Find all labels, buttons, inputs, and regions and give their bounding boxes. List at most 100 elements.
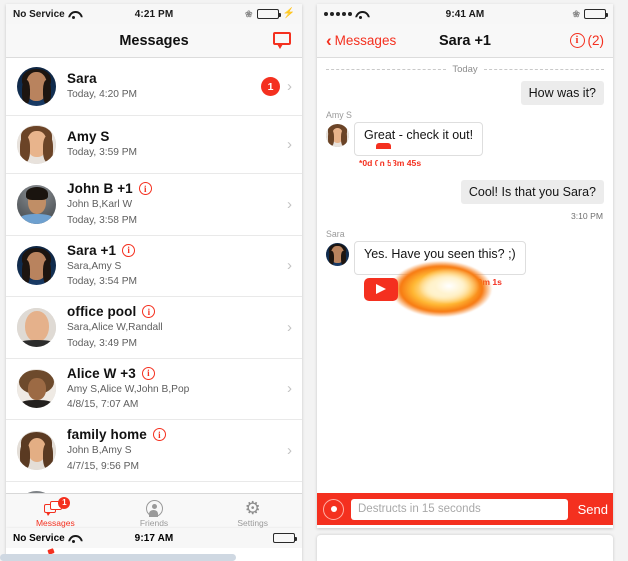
avatar [17,430,56,470]
compose-bar: Destructs in 15 seconds Send [317,493,613,525]
list-item-body: John B +1 i John B,Karl W Today, 3:58 PM [67,181,287,228]
page-title: Messages [119,32,189,49]
nav-right-group: i (2) [569,33,605,48]
tab-label: Messages [35,517,75,528]
avatar [326,124,349,147]
avatar [17,125,56,164]
list-item[interactable]: John B +1 i John B,Karl W Today, 3:58 PM… [6,174,302,236]
avatar [17,490,56,493]
message-outgoing[interactable]: How was it? [317,77,613,105]
tab-messages[interactable]: 1 Messages [6,496,105,528]
conversation-members: Sara,Alice W,Randall [67,322,163,334]
send-button[interactable]: Send [575,502,613,517]
tab-settings[interactable]: ⚙ Settings [203,497,302,528]
conversation-name: family home [67,427,147,443]
info-circle-icon[interactable]: i [141,366,155,380]
conversation-name: office pool [67,304,137,320]
conversation-timestamp: 4/8/15, 7:07 AM [67,399,139,411]
list-item-accessory: › [287,320,292,335]
unread-badge: 1 [261,77,280,96]
list-item-title-row: John B +1 i [67,181,287,196]
info-circle-icon[interactable]: i [122,243,136,257]
participant-count: (2) [587,33,605,48]
list-item[interactable]: Sara Today, 4:20 PM 1 › [6,58,302,116]
tab-friends[interactable]: Friends [105,497,204,528]
settings-gear-icon: ⚙ [244,498,261,518]
status-left-group: No Service [13,533,79,544]
list-item-title-row: family home i [67,427,287,442]
list-item[interactable]: family home i John B,Amy S 4/7/15, 9:56 … [6,420,302,482]
right-status-bar: 9:41 AM ❀ [317,4,613,24]
list-item-body: office pool i Sara,Alice W,Randall Today… [67,304,287,351]
message-sender-name: Amy S [326,110,352,120]
conversation-list[interactable]: Sara Today, 4:20 PM 1 › Amy S Today, 3:5… [6,58,302,493]
messages-list-screen: No Service 4:21 PM ❀ ⚡ Messages Sara Tod… [6,4,302,528]
info-circle-icon[interactable]: i [142,305,156,319]
message-meta: *0d 0h 58m 45s [317,156,613,168]
list-item[interactable]: Sara +1 i Sara,Amy S Today, 3:54 PM › [6,236,302,298]
fourth-screen-partial [317,534,613,561]
conversation-timestamp: Today, 3:58 PM [67,214,138,226]
page-scrollbar[interactable] [0,554,236,561]
avatar [17,67,56,106]
right-nav-bar: ‹ Messages Sara +1 i (2) [317,24,613,58]
list-item-body: family home i John B,Amy S 4/7/15, 9:56 … [67,427,287,474]
messages-tab-icon: 1 [44,496,71,517]
info-circle-icon[interactable]: i [138,182,152,195]
list-item-body: Amy S Today, 3:59 PM [67,129,287,160]
bluetooth-icon: ❀ [245,8,253,19]
list-item-accessory: › [287,197,292,212]
avatar [17,184,56,224]
carrier-label: No Service [13,532,65,544]
chevron-right-icon: › [287,380,292,398]
day-separator-label: Today [452,64,478,75]
conversation-name: Sara +1 [67,242,117,258]
list-item[interactable]: John B 4/7/15, 6:21 PM › [6,482,302,493]
chevron-right-icon: › [287,78,292,95]
info-circle-icon[interactable]: i [569,33,585,48]
conversation-members: John B,Karl W [67,199,133,210]
friends-tab-icon [145,499,163,517]
separator-line-left [326,69,447,70]
compose-message-icon[interactable] [273,32,293,49]
conversation-members: Sara,Amy S [67,260,122,272]
chevron-right-icon: › [287,318,292,336]
list-item-accessory: › [287,258,292,273]
status-right-group: ❀ [572,9,608,19]
message-timestamp: 3:10 PM [570,211,603,221]
left-status-bar: No Service 4:21 PM ❀ ⚡ [6,4,302,24]
status-left-group: No Service [13,9,79,20]
chevron-right-icon: › [287,257,292,275]
back-button[interactable]: ‹ Messages [326,32,396,49]
chevron-right-icon: › [287,195,292,213]
carrier-label: No Service [13,8,65,20]
message-thread[interactable]: Today How was it? Amy S Great - check it… [317,58,613,493]
list-item-accessory: 1 › [261,77,292,96]
info-circle-icon[interactable]: i [152,428,166,442]
message-incoming[interactable]: Yes. Have you seen this? ;) [317,241,613,321]
conversation-timestamp: Today, 3:49 PM [67,337,138,349]
nav-right-group [273,32,293,49]
message-input[interactable]: Destructs in 15 seconds [351,498,568,520]
list-item-title-row: Alice W +3 i [67,366,287,381]
conversation-members: Amy S,Alice W,John B,Pop [67,383,190,395]
conversation-name: John B +1 [67,181,133,196]
lightning-bolt-icon: ⚡ [282,8,295,19]
list-item-body: Sara Today, 4:20 PM [67,71,261,102]
message-bubble: Great - check it out! [354,122,484,173]
separator-line-right [483,69,605,70]
status-right-group [273,533,297,543]
list-item[interactable]: Alice W +3 i Amy S,Alice W,John B,Pop 4/… [6,359,302,421]
message-incoming[interactable]: Great - check it out! [317,122,613,173]
self-destruct-options-icon[interactable] [323,498,344,520]
message-outgoing[interactable]: Cool! Is that you Sara? [317,168,613,204]
tab-bar[interactable]: 1 Messages Friends ⚙ Settings [6,493,302,528]
message-text: Great - check it out! [364,128,474,142]
list-item[interactable]: Amy S Today, 3:59 PM › [6,116,302,174]
list-item[interactable]: office pool i Sara,Alice W,Randall Today… [6,297,302,359]
list-item-accessory: › [287,137,292,152]
conversation-name: Sara [67,71,97,87]
wifi-icon [355,10,366,19]
conversation-members: John B,Amy S [67,445,132,457]
avatar [17,369,56,409]
